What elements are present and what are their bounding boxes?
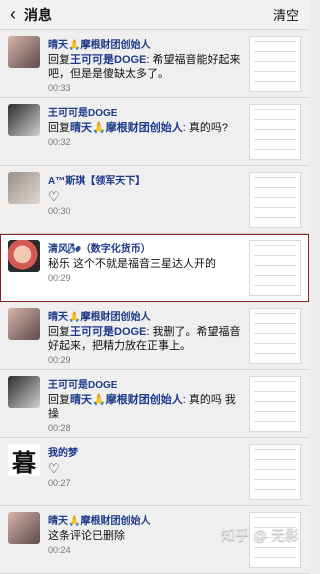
message-content: 晴天🙏摩根财团创始人 回复王可可是DOGE: 我删了。希望福音好起来，把精力放在… <box>40 308 243 369</box>
post-thumbnail[interactable] <box>249 104 301 160</box>
avatar[interactable] <box>8 512 40 544</box>
sender-name[interactable]: 王可可是DOGE <box>48 104 243 119</box>
message-item[interactable]: A™斯琪【领军天下】 ♡ 00:30 <box>0 166 309 234</box>
message-content: 我的梦 ♡ 00:27 <box>40 444 243 505</box>
sender-name[interactable]: 清风🌬（数字化货币） <box>48 240 243 255</box>
post-thumbnail[interactable] <box>249 172 301 228</box>
message-item-highlighted[interactable]: 清风🌬（数字化货币） 秘乐 这个不就是福音三星达人开的 00:29 <box>0 234 309 302</box>
post-thumbnail[interactable] <box>249 512 301 568</box>
thumbnail-lines <box>254 177 296 223</box>
message-text: 秘乐 这个不就是福音三星达人开的 <box>48 258 217 270</box>
message-content: 晴天🙏摩根财团创始人 这条评论已删除 00:24 <box>40 512 243 573</box>
message-text: 回复晴天🙏摩根财团创始人: 真的吗 我操 <box>48 393 243 421</box>
message-item[interactable]: 晴天🙏摩根财团创始人 这条评论已删除 00:24 <box>0 506 309 574</box>
thumbnail-lines <box>254 313 296 359</box>
timestamp: 00:24 <box>48 545 71 555</box>
timestamp: 00:27 <box>48 478 71 488</box>
message-text: 回复晴天🙏摩根财团创始人: 真的吗? <box>48 121 243 135</box>
message-content: 王可可是DOGE 回复晴天🙏摩根财团创始人: 真的吗 我操 00:28 <box>40 376 243 437</box>
timestamp: 00:30 <box>48 206 71 216</box>
thumbnail-lines <box>254 41 296 87</box>
message-text: 回复王可可是DOGE: 我删了。希望福音好起来，把精力放在正事上。 <box>48 325 243 353</box>
timestamp: 00:32 <box>48 137 71 147</box>
reply-text: : 真的吗? <box>182 122 228 134</box>
heart-icon: ♡ <box>48 189 60 204</box>
clear-button[interactable]: 清空 <box>273 5 299 24</box>
thumbnail-lines <box>254 245 296 291</box>
message-content: A™斯琪【领军天下】 ♡ 00:30 <box>40 172 243 233</box>
message-list[interactable]: 晴天🙏摩根财团创始人 回复王可可是DOGE: 希望福音能好起来吧，但是是傻缺太多… <box>0 30 309 574</box>
top-bar: ‹ 消息 清空 <box>0 0 309 30</box>
message-content: 王可可是DOGE 回复晴天🙏摩根财团创始人: 真的吗? 00:32 <box>40 104 243 165</box>
sender-name[interactable]: 晴天🙏摩根财团创始人 <box>48 308 243 323</box>
thumbnail-lines <box>254 449 296 495</box>
message-text: 回复王可可是DOGE: 希望福音能好起来吧，但是是傻缺太多了。 <box>48 53 243 81</box>
reply-label: 回复 <box>48 54 70 66</box>
page-title: 消息 <box>24 6 52 23</box>
message-content: 清风🌬（数字化货币） 秘乐 这个不就是福音三星达人开的 00:29 <box>40 240 243 301</box>
message-text: 这条评论已删除 <box>48 530 125 542</box>
sender-name[interactable]: 晴天🙏摩根财团创始人 <box>48 36 243 51</box>
heart-icon: ♡ <box>48 461 60 476</box>
avatar[interactable] <box>8 104 40 136</box>
mention[interactable]: 晴天🙏摩根财团创始人 <box>70 394 183 406</box>
message-content: 晴天🙏摩根财团创始人 回复王可可是DOGE: 希望福音能好起来吧，但是是傻缺太多… <box>40 36 243 97</box>
mention[interactable]: 王可可是DOGE <box>70 326 146 338</box>
back-chevron-icon[interactable]: ‹ <box>10 5 16 23</box>
message-item[interactable]: 王可可是DOGE 回复晴天🙏摩根财团创始人: 真的吗? 00:32 <box>0 98 309 166</box>
timestamp: 00:29 <box>48 273 71 283</box>
timestamp: 00:33 <box>48 83 71 93</box>
message-item[interactable]: 晴天🙏摩根财团创始人 回复王可可是DOGE: 我删了。希望福音好起来，把精力放在… <box>0 302 309 370</box>
sender-name[interactable]: A™斯琪【领军天下】 <box>48 172 243 187</box>
mention[interactable]: 王可可是DOGE <box>70 54 146 66</box>
reply-label: 回复 <box>48 326 70 338</box>
thumbnail-lines <box>254 109 296 155</box>
sender-name[interactable]: 我的梦 <box>48 444 243 459</box>
post-thumbnail[interactable] <box>249 376 301 432</box>
post-thumbnail[interactable] <box>249 308 301 364</box>
reply-label: 回复 <box>48 122 70 134</box>
sender-name[interactable]: 王可可是DOGE <box>48 376 243 391</box>
timestamp: 00:28 <box>48 423 71 433</box>
post-thumbnail[interactable] <box>249 444 301 500</box>
avatar[interactable] <box>8 308 40 340</box>
message-item[interactable]: 晴天🙏摩根财团创始人 回复王可可是DOGE: 希望福音能好起来吧，但是是傻缺太多… <box>0 30 309 98</box>
top-bar-left: ‹ 消息 <box>10 5 52 25</box>
avatar[interactable] <box>8 240 40 272</box>
avatar[interactable] <box>8 36 40 68</box>
avatar[interactable] <box>8 376 40 408</box>
timestamp: 00:29 <box>48 355 71 365</box>
mention[interactable]: 晴天🙏摩根财团创始人 <box>70 122 183 134</box>
message-item[interactable]: 暮 我的梦 ♡ 00:27 <box>0 438 309 506</box>
thumbnail-lines <box>254 517 296 563</box>
calligraphy-glyph: 暮 <box>12 447 36 477</box>
thumbnail-lines <box>254 381 296 427</box>
message-item[interactable]: 王可可是DOGE 回复晴天🙏摩根财团创始人: 真的吗 我操 00:28 <box>0 370 309 438</box>
reply-label: 回复 <box>48 394 70 406</box>
sender-name[interactable]: 晴天🙏摩根财团创始人 <box>48 512 243 527</box>
avatar[interactable] <box>8 172 40 204</box>
post-thumbnail[interactable] <box>249 240 301 296</box>
avatar[interactable]: 暮 <box>8 444 40 477</box>
post-thumbnail[interactable] <box>249 36 301 92</box>
